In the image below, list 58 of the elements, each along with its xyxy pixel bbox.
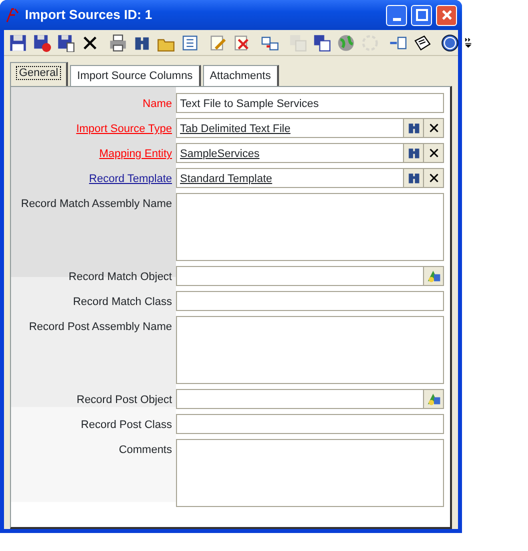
stacked-windows-icon — [289, 34, 307, 52]
field-label: Record Match Object — [68, 270, 172, 285]
search-button[interactable] — [403, 169, 423, 187]
printer-button[interactable] — [107, 32, 129, 54]
delete-icon — [81, 34, 99, 52]
maximize-icon — [414, 7, 430, 23]
list-icon — [181, 34, 199, 52]
clear-button[interactable] — [423, 119, 443, 137]
field-label: Record Post Assembly Name — [28, 320, 172, 335]
close-icon — [428, 172, 440, 184]
globe-icon — [337, 34, 355, 52]
help-button[interactable] — [439, 32, 461, 54]
close-button[interactable] — [436, 4, 457, 26]
tab[interactable]: General — [10, 62, 68, 86]
field-label: Record Post Object — [76, 393, 172, 408]
field-label: Record Match Class — [72, 295, 172, 310]
shapes-icon — [426, 392, 440, 406]
search-button[interactable] — [403, 144, 423, 162]
search-icon — [406, 146, 420, 160]
stacked-windows-icon — [313, 34, 331, 52]
notes-icon — [413, 34, 431, 52]
input-field[interactable]: Text File to Sample Services — [176, 93, 444, 113]
input-field[interactable] — [176, 389, 444, 409]
search-button[interactable] — [403, 119, 423, 137]
input-field[interactable] — [176, 414, 444, 434]
clear-button[interactable] — [423, 144, 443, 162]
input-field[interactable] — [176, 316, 444, 384]
close-icon — [428, 147, 440, 159]
notepad-pencil-icon — [209, 34, 227, 52]
minimize-button[interactable] — [386, 4, 407, 26]
input-field[interactable] — [176, 439, 444, 507]
field-label: Record Match Assembly Name — [20, 197, 172, 212]
input-field[interactable] — [176, 266, 444, 286]
object-picker-button[interactable] — [423, 390, 443, 408]
app-logo-icon — [5, 7, 21, 23]
field-label: Record Post Class — [80, 418, 172, 433]
clear-button[interactable] — [423, 169, 443, 187]
minimize-icon — [392, 18, 400, 20]
input-field[interactable]: Tab Delimited Text File — [176, 118, 444, 138]
notepad-delete-icon — [233, 34, 251, 52]
tab[interactable]: Attachments — [202, 65, 279, 86]
input-field[interactable]: Standard Template — [176, 168, 444, 188]
input-field[interactable] — [176, 291, 444, 311]
shapes-icon — [426, 269, 440, 283]
tab[interactable]: Import Source Columns — [70, 65, 201, 86]
input-field[interactable] — [176, 193, 444, 261]
maximize-button[interactable] — [411, 4, 432, 26]
input-field[interactable]: SampleServices — [176, 143, 444, 163]
search-icon — [406, 171, 420, 185]
field-link[interactable]: Record Template — [11, 168, 172, 188]
field-label: Comments — [118, 443, 172, 458]
window-title: Import Sources ID: 1 — [25, 6, 154, 24]
close-icon — [428, 122, 440, 134]
field-label: Name — [142, 97, 172, 112]
printer-icon — [109, 34, 127, 52]
search-icon — [406, 121, 420, 135]
object-picker-button[interactable] — [423, 267, 443, 285]
help-icon — [441, 34, 459, 52]
